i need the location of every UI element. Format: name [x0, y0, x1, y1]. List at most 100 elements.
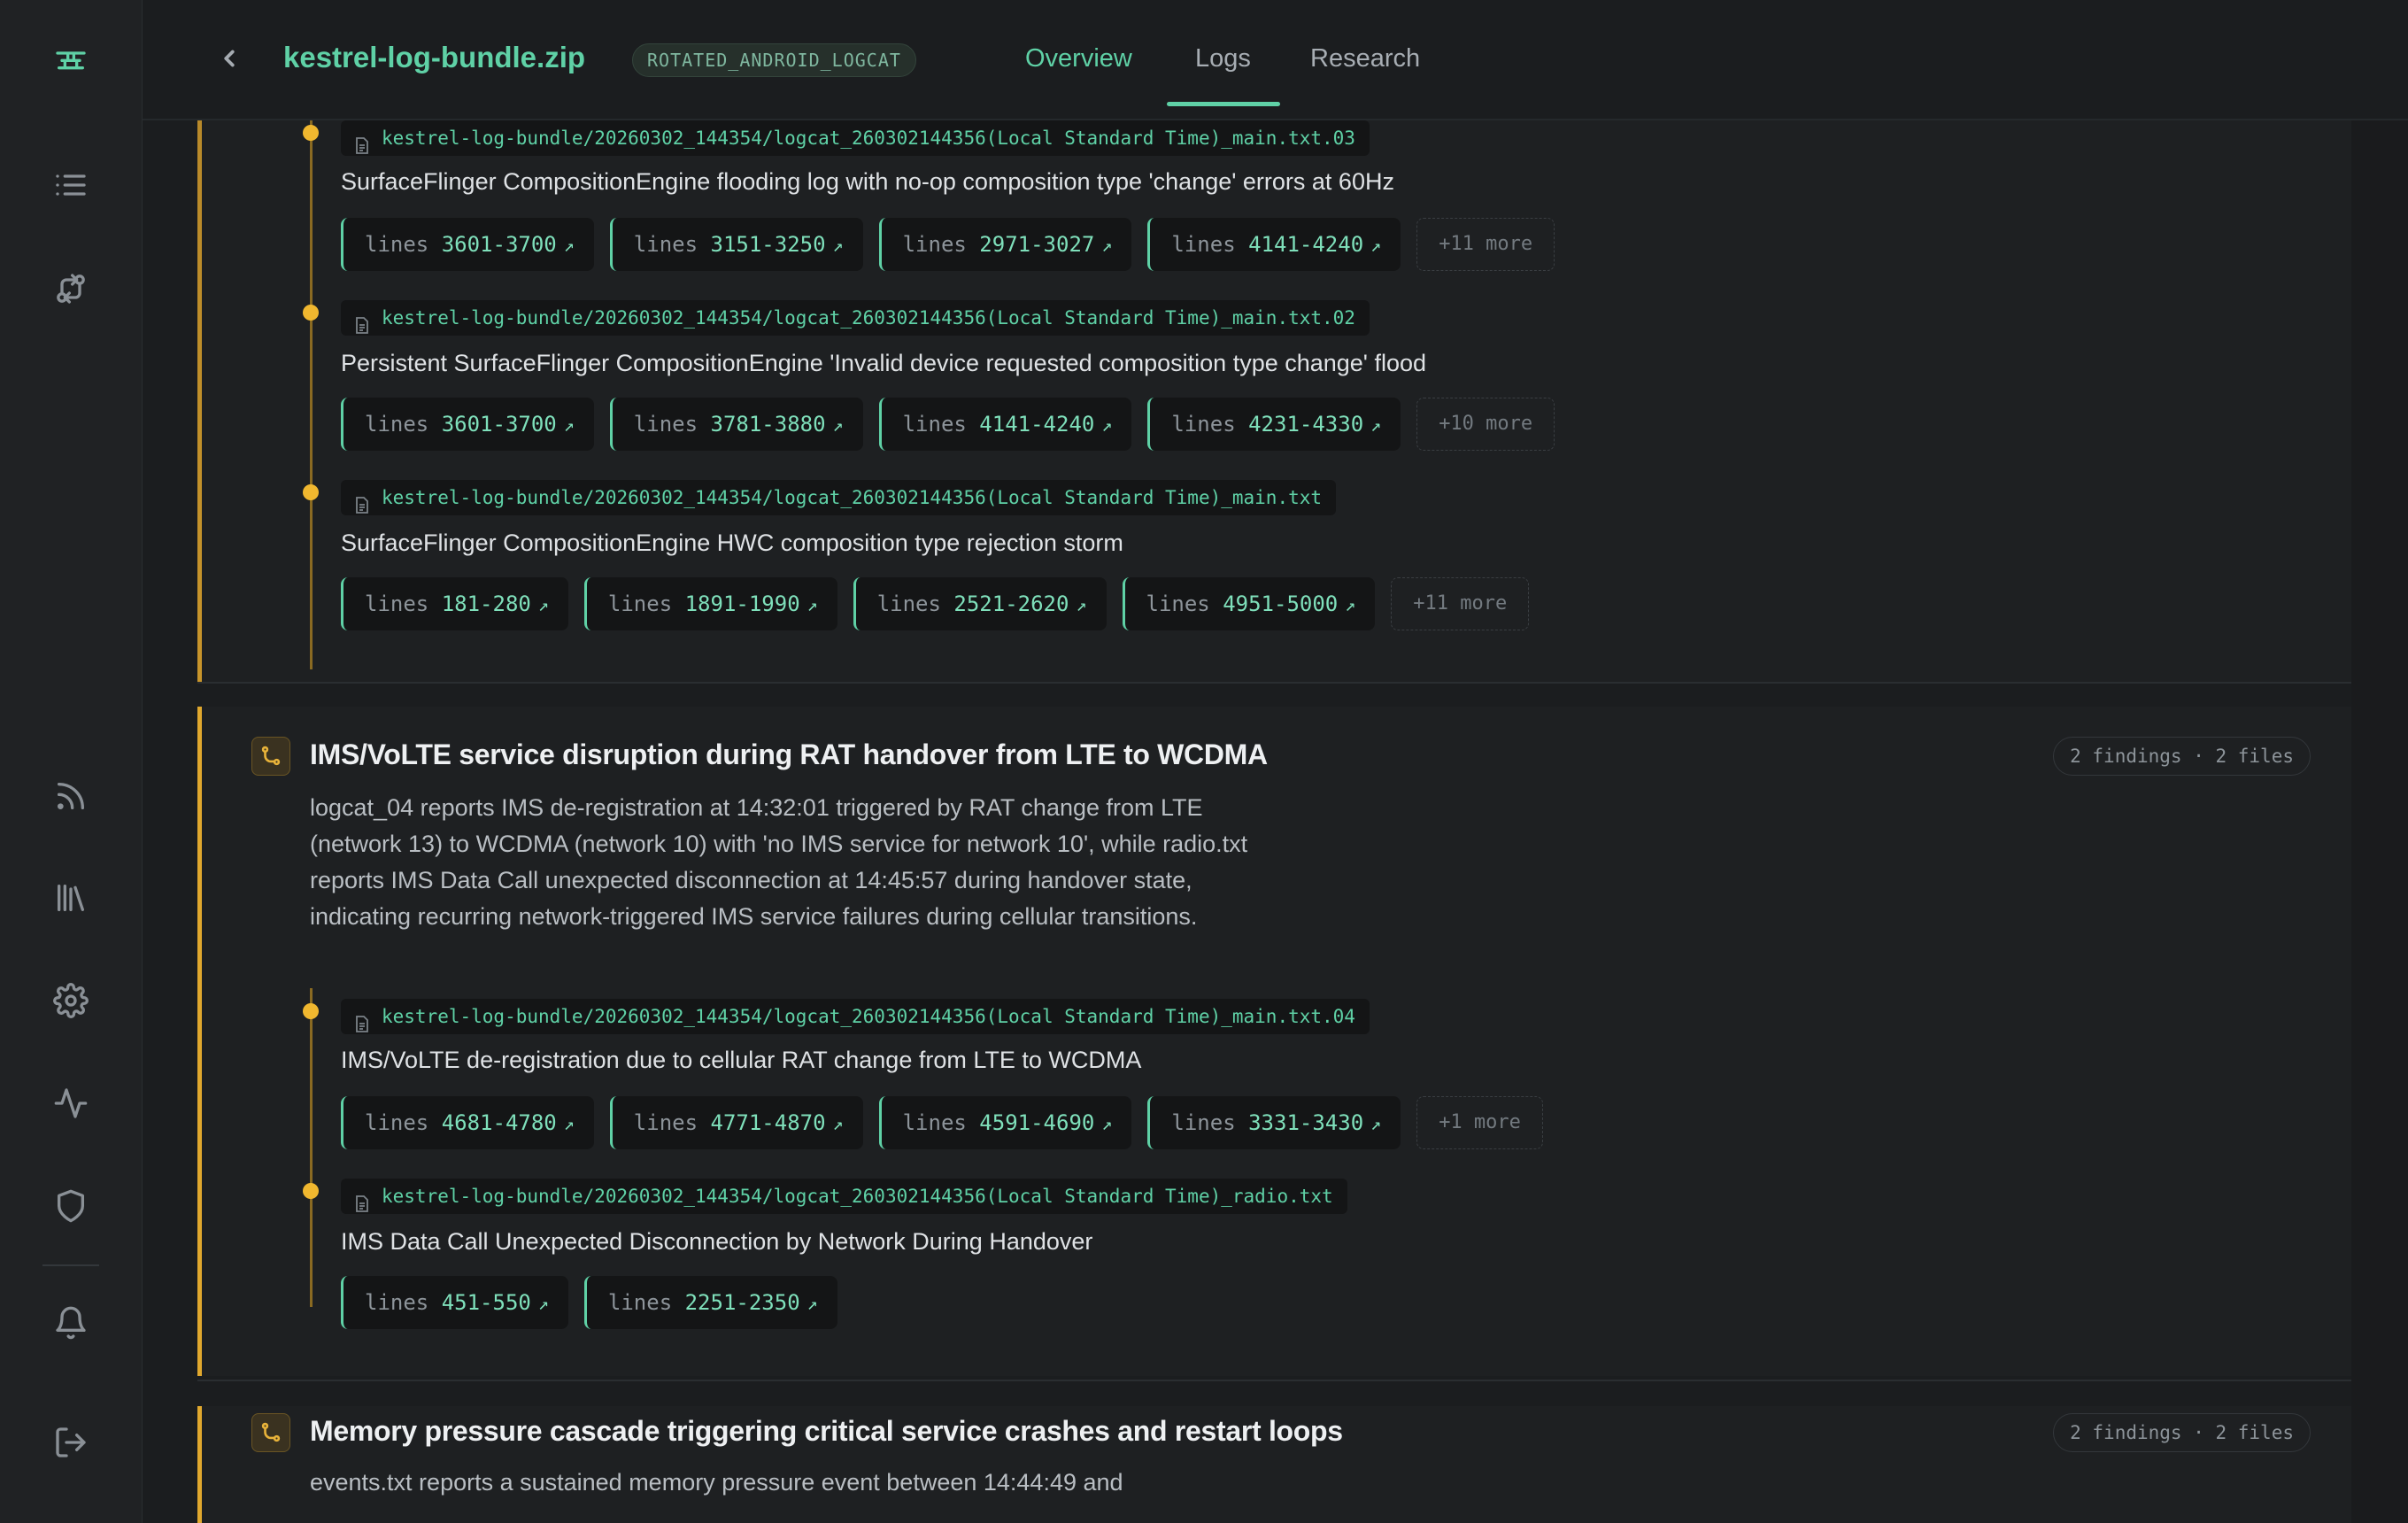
line-range-chip[interactable]: lines 3601-3700 ↗ — [341, 218, 594, 271]
compare-icon[interactable] — [50, 267, 92, 310]
active-tab-indicator — [1167, 102, 1280, 106]
brand-logo-icon[interactable] — [50, 41, 92, 83]
file-path-tag[interactable]: kestrel-log-bundle/20260302_144354/logca… — [341, 1179, 1347, 1214]
chevron-left-icon — [224, 50, 235, 67]
line-range-chip[interactable]: lines 3781-3880 ↗ — [609, 398, 863, 451]
shield-icon[interactable] — [50, 1185, 92, 1227]
file-icon — [355, 310, 369, 334]
tab-research[interactable]: Research — [1310, 44, 1420, 73]
external-link-icon: ↗ — [1076, 594, 1087, 615]
tab-logs[interactable]: Logs — [1195, 44, 1251, 73]
file-icon — [355, 1188, 369, 1212]
line-range-chip[interactable]: lines 4141-4240 ↗ — [878, 398, 1132, 451]
finding-dot — [303, 125, 319, 141]
group-meta-badge: 2 findings · 2 files — [2053, 1413, 2311, 1452]
file-icon — [355, 130, 369, 154]
line-range-chip[interactable]: lines 3151-3250 ↗ — [609, 218, 863, 271]
line-range-chip[interactable]: lines 4681-4780 ↗ — [341, 1096, 594, 1149]
branch-icon — [251, 737, 290, 776]
line-range-chip[interactable]: lines 4951-5000 ↗ — [1122, 577, 1376, 630]
external-link-icon: ↗ — [537, 1293, 549, 1314]
line-range-chip[interactable]: lines 2521-2620 ↗ — [853, 577, 1107, 630]
finding-summary: SurfaceFlinger CompositionEngine floodin… — [341, 168, 1394, 195]
finding-dot — [303, 1003, 319, 1019]
external-link-icon: ↗ — [1101, 1113, 1113, 1134]
external-link-icon: ↗ — [563, 414, 575, 436]
library-icon[interactable] — [50, 877, 92, 919]
external-link-icon: ↗ — [807, 594, 818, 615]
scrollbar-track[interactable] — [2351, 120, 2408, 1523]
group-divider — [197, 682, 2351, 684]
more-ranges-button[interactable]: +11 more — [1391, 577, 1530, 630]
external-link-icon: ↗ — [1101, 235, 1113, 256]
file-path-tag[interactable]: kestrel-log-bundle/20260302_144354/logca… — [341, 480, 1337, 515]
external-link-icon: ↗ — [1101, 414, 1113, 436]
group-divider — [197, 1380, 2351, 1381]
branch-icon — [251, 1413, 290, 1452]
sidebar-divider — [42, 1264, 99, 1266]
line-range-chips: lines 4681-4780 ↗ lines 4771-4870 ↗ lines … — [341, 1096, 1543, 1149]
finding-summary: IMS Data Call Unexpected Disconnection b… — [341, 1228, 1093, 1255]
external-link-icon: ↗ — [563, 235, 575, 256]
finding-dot — [303, 484, 319, 500]
bell-icon[interactable] — [50, 1302, 92, 1344]
line-range-chips: lines 3601-3700 ↗ lines 3781-3880 ↗ lines … — [341, 398, 1555, 451]
tab-overview[interactable]: Overview — [1025, 44, 1132, 73]
file-icon — [355, 1009, 369, 1032]
external-link-icon: ↗ — [563, 1113, 575, 1134]
line-range-chips: lines 3601-3700 ↗ lines 3151-3250 ↗ lines … — [341, 218, 1555, 271]
finding-dot — [303, 305, 319, 321]
line-range-chip[interactable]: lines 2971-3027 ↗ — [878, 218, 1132, 271]
logout-icon[interactable] — [50, 1421, 92, 1464]
external-link-icon: ↗ — [1370, 414, 1382, 436]
line-range-chip[interactable]: lines 181-280 ↗ — [341, 577, 568, 630]
group-description: events.txt reports a sustained memory pr… — [310, 1469, 1123, 1496]
external-link-icon: ↗ — [832, 414, 844, 436]
more-ranges-button[interactable]: +1 more — [1416, 1096, 1543, 1149]
back-button[interactable] — [210, 39, 249, 78]
external-link-icon: ↗ — [807, 1293, 818, 1314]
external-link-icon: ↗ — [1370, 235, 1382, 256]
line-range-chip[interactable]: lines 4591-4690 ↗ — [878, 1096, 1132, 1149]
finding-summary: Persistent SurfaceFlinger CompositionEng… — [341, 350, 1427, 376]
group-title: Memory pressure cascade triggering criti… — [310, 1415, 1343, 1447]
line-range-chips: lines 181-280 ↗ lines 1891-1990 ↗ lines 25… — [341, 577, 1530, 630]
finding-dot — [303, 1183, 319, 1199]
file-path-tag[interactable]: kestrel-log-bundle/20260302_144354/logca… — [341, 120, 1370, 156]
line-range-chips: lines 451-550 ↗ lines 2251-2350 ↗ — [341, 1276, 837, 1329]
line-range-chip[interactable]: lines 1891-1990 ↗ — [583, 577, 837, 630]
list-icon[interactable] — [50, 164, 92, 206]
file-title: kestrel-log-bundle.zip — [283, 41, 586, 73]
file-icon — [355, 490, 369, 514]
external-link-icon: ↗ — [537, 594, 549, 615]
line-range-chip[interactable]: lines 3331-3430 ↗ — [1147, 1096, 1401, 1149]
finding-group: Memory pressure cascade triggering criti… — [197, 1406, 2351, 1523]
line-range-chip[interactable]: lines 4231-4330 ↗ — [1147, 398, 1401, 451]
finding-timeline — [310, 988, 313, 1307]
external-link-icon: ↗ — [832, 1113, 844, 1134]
group-meta-badge: 2 findings · 2 files — [2053, 737, 2311, 776]
file-path-tag[interactable]: kestrel-log-bundle/20260302_144354/logca… — [341, 300, 1370, 336]
external-link-icon: ↗ — [1370, 1113, 1382, 1134]
severity-accent-bar — [197, 707, 202, 1376]
file-path-tag[interactable]: kestrel-log-bundle/20260302_144354/logca… — [341, 999, 1370, 1034]
finding-timeline — [310, 120, 313, 669]
finding-group: kestrel-log-bundle/20260302_144354/logca… — [197, 120, 2351, 682]
more-ranges-button[interactable]: +11 more — [1416, 218, 1555, 271]
line-range-chip[interactable]: lines 2251-2350 ↗ — [583, 1276, 837, 1329]
activity-icon[interactable] — [50, 1082, 92, 1125]
gear-icon[interactable] — [50, 979, 92, 1022]
severity-accent-bar — [197, 120, 202, 682]
severity-accent-bar — [197, 1406, 202, 1523]
finding-group: IMS/VoLTE service disruption during RAT … — [197, 707, 2351, 1376]
line-range-chip[interactable]: lines 451-550 ↗ — [341, 1276, 568, 1329]
line-range-chip[interactable]: lines 4771-4870 ↗ — [609, 1096, 863, 1149]
finding-summary: SurfaceFlinger CompositionEngine HWC com… — [341, 530, 1123, 556]
line-range-chip[interactable]: lines 3601-3700 ↗ — [341, 398, 594, 451]
rss-icon[interactable] — [50, 775, 92, 817]
group-title: IMS/VoLTE service disruption during RAT … — [310, 738, 1268, 770]
sidebar — [0, 0, 143, 1523]
group-description: logcat_04 reports IMS de-registration at… — [310, 794, 1248, 930]
more-ranges-button[interactable]: +10 more — [1416, 398, 1555, 451]
line-range-chip[interactable]: lines 4141-4240 ↗ — [1147, 218, 1401, 271]
